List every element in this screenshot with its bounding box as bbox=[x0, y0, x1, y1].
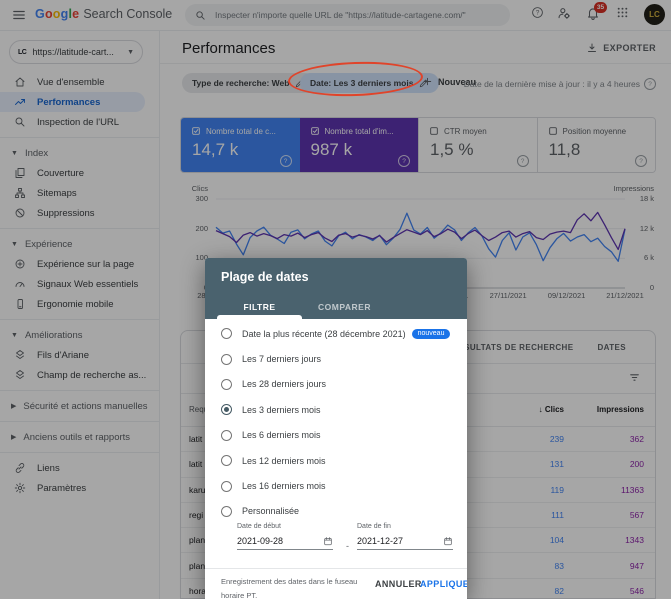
radio-icon[interactable] bbox=[221, 379, 232, 390]
radio-icon[interactable] bbox=[221, 328, 232, 339]
radio-icon[interactable] bbox=[221, 481, 232, 492]
date-option-6[interactable]: Les 16 derniers mois bbox=[205, 473, 467, 498]
active-tab-indicator bbox=[217, 315, 302, 319]
radio-icon[interactable] bbox=[221, 455, 232, 466]
cancel-button[interactable]: ANNULER bbox=[375, 579, 422, 589]
radio-icon[interactable] bbox=[221, 354, 232, 365]
tab-comparer[interactable]: COMPARER bbox=[302, 294, 387, 319]
date-option-0[interactable]: Date la plus récente (28 décembre 2021) n… bbox=[205, 321, 467, 346]
radio-icon[interactable] bbox=[221, 506, 232, 517]
date-option-1[interactable]: Les 7 derniers jours bbox=[205, 346, 467, 371]
end-date-value[interactable]: 2021-12-27 bbox=[357, 536, 403, 546]
date-option-7[interactable]: Personnalisée bbox=[205, 499, 467, 524]
date-option-5[interactable]: Les 12 derniers mois bbox=[205, 448, 467, 473]
date-option-label: Les 7 derniers jours bbox=[242, 354, 321, 364]
date-option-3[interactable]: Les 3 derniers mois bbox=[205, 397, 467, 422]
apply-button[interactable]: APPLIQUER bbox=[420, 579, 467, 589]
new-badge: nouveau bbox=[412, 329, 451, 339]
radio-selected-icon[interactable] bbox=[221, 404, 232, 415]
date-range-dialog: Plage de dates FILTRE COMPARER Date la p… bbox=[205, 258, 467, 599]
dialog-title: Plage de dates bbox=[221, 270, 309, 284]
dialog-header: Plage de dates FILTRE COMPARER bbox=[205, 258, 467, 319]
calendar-icon[interactable] bbox=[323, 536, 333, 546]
date-separator: - bbox=[346, 541, 349, 551]
date-option-label: Les 16 derniers mois bbox=[242, 481, 326, 491]
start-date-label: Date de début bbox=[237, 523, 333, 530]
date-option-2[interactable]: Les 28 derniers jours bbox=[205, 372, 467, 397]
radio-icon[interactable] bbox=[221, 430, 232, 441]
date-option-label: Les 12 derniers mois bbox=[242, 456, 326, 466]
date-option-4[interactable]: Les 6 derniers mois bbox=[205, 423, 467, 448]
calendar-icon[interactable] bbox=[443, 536, 453, 546]
date-option-label: Les 6 derniers mois bbox=[242, 430, 321, 440]
start-date-field[interactable]: Date de début 2021-09-28 bbox=[237, 523, 333, 550]
end-date-field[interactable]: Date de fin 2021-12-27 bbox=[357, 523, 453, 550]
dialog-footer: Enregistrement des dates dans le fuseau … bbox=[205, 568, 467, 599]
date-range-options: Date la plus récente (28 décembre 2021) n… bbox=[205, 321, 467, 524]
date-option-label: Les 28 derniers jours bbox=[242, 379, 326, 389]
date-option-label: Date la plus récente (28 décembre 2021) bbox=[242, 329, 406, 339]
date-option-label: Personnalisée bbox=[242, 506, 299, 516]
end-date-label: Date de fin bbox=[357, 523, 453, 530]
date-option-label: Les 3 derniers mois bbox=[242, 405, 321, 415]
start-date-value[interactable]: 2021-09-28 bbox=[237, 536, 283, 546]
timezone-note: Enregistrement des dates dans le fuseau … bbox=[221, 575, 366, 599]
